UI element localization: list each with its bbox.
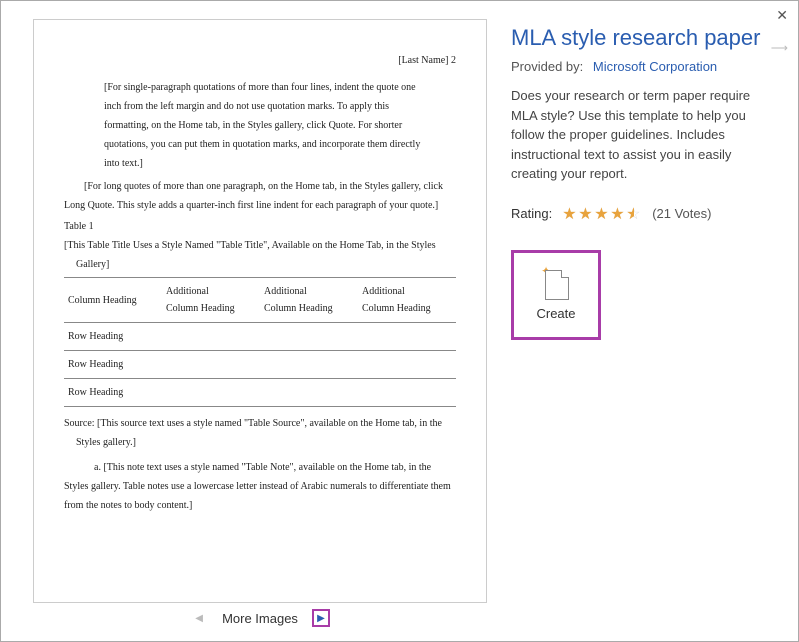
template-description: Does your research or term paper require… [511,86,768,184]
rating-stars: ☆★ ☆★ ☆★ ☆★ ☆★ [562,204,642,224]
preview-pane: [Last Name] 2 [For single-paragraph quot… [1,1,501,641]
image-nav: ◀ More Images ▶ [33,603,487,631]
provided-label: Provided by: [511,59,583,74]
close-icon[interactable]: ✕ [776,7,788,24]
votes-count: (21 Votes) [652,206,711,221]
next-image-button[interactable]: ▶ [312,609,330,627]
longquote-line: [For long quotes of more than one paragr… [84,178,456,195]
note-line: from the notes to body content.] [64,497,456,514]
quote-line: into text.] [104,155,456,172]
page-header: [Last Name] 2 [64,52,456,69]
quote-line: inch from the left margin and do not use… [104,98,456,115]
star-icon: ☆★ [594,204,610,224]
create-button[interactable]: ✦ Create [511,250,601,340]
col-heading: AdditionalColumn Heading [358,278,456,323]
rating-label: Rating: [511,206,552,221]
col-heading: AdditionalColumn Heading [260,278,358,323]
pin-icon[interactable]: ⟶ [771,41,788,55]
star-icon: ☆★ [562,204,578,224]
source-line: Source: [This source text uses a style n… [64,415,456,432]
star-icon: ☆★ [610,204,626,224]
more-images-label: More Images [222,611,298,626]
table-title-line: [This Table Title Uses a Style Named "Ta… [64,237,456,254]
note-line: a. [This note text uses a style named "T… [94,459,456,476]
table-row: Row Heading [64,351,456,379]
star-icon: ☆★ [626,204,642,224]
preview-table: Column Heading AdditionalColumn Heading … [64,277,456,407]
provider-link[interactable]: Microsoft Corporation [593,59,717,74]
template-title: MLA style research paper [511,25,768,51]
table-row: Row Heading [64,379,456,407]
quote-line: [For single-paragraph quotations of more… [104,79,456,96]
table-row: Row Heading [64,323,456,351]
provided-by: Provided by: Microsoft Corporation [511,59,768,74]
new-document-icon: ✦ [543,268,569,300]
table-number: Table 1 [64,218,456,235]
prev-image-button[interactable]: ◀ [190,609,208,627]
note-line: Styles gallery. Table notes use a lowerc… [64,478,456,495]
create-label: Create [536,306,575,321]
col-heading: Column Heading [64,278,162,323]
quote-line: quotations, you can put them in quotatio… [104,136,456,153]
details-pane: MLA style research paper Provided by: Mi… [501,1,798,641]
document-preview: [Last Name] 2 [For single-paragraph quot… [33,19,487,603]
template-preview-dialog: ✕ ⟶ [Last Name] 2 [For single-paragraph … [0,0,799,642]
quote-line: formatting, on the Home tab, in the Styl… [104,117,456,134]
star-icon: ☆★ [578,204,594,224]
rating-row: Rating: ☆★ ☆★ ☆★ ☆★ ☆★ (21 Votes) [511,204,768,224]
longquote-line: Long Quote. This style adds a quarter-in… [64,197,456,214]
col-heading: AdditionalColumn Heading [162,278,260,323]
source-line: Styles gallery.] [76,434,456,451]
table-title-line: Gallery] [76,256,456,273]
